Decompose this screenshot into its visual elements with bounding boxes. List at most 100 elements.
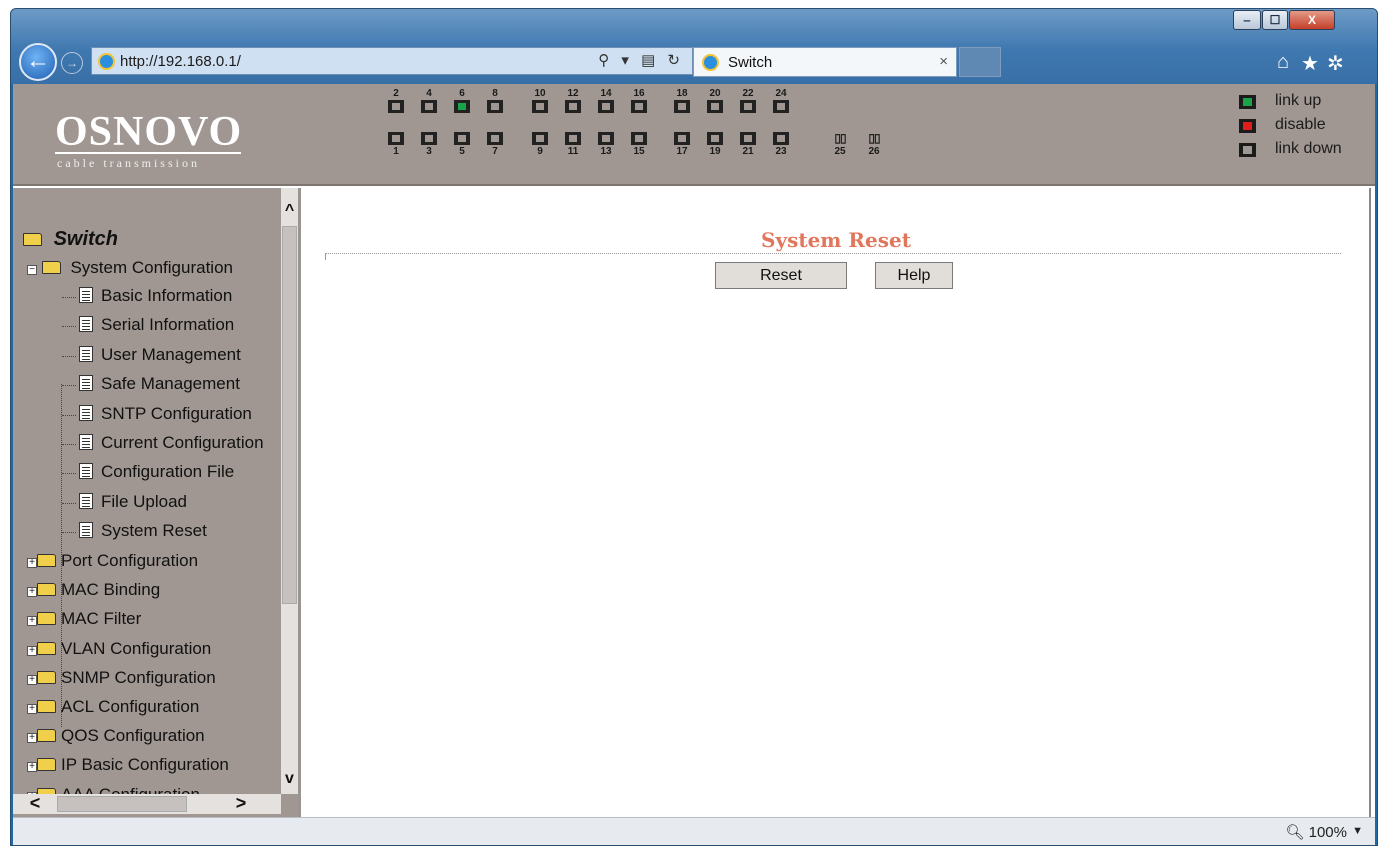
tree-item-aaa-configuration[interactable]: +AAA Configuration: [27, 785, 200, 794]
tree-item-current-configuration[interactable]: Current Configuration: [79, 433, 264, 455]
expand-icon[interactable]: +: [27, 587, 37, 598]
port-number: 24: [775, 88, 787, 99]
port-21[interactable]: 21: [733, 131, 763, 157]
tree-item-label: ACL Configuration: [61, 697, 200, 716]
port-number: 7: [492, 146, 498, 157]
tree-item-mac-filter[interactable]: + MAC Filter: [27, 609, 141, 631]
collapse-icon[interactable]: −: [27, 265, 37, 275]
port-1[interactable]: 1: [381, 131, 411, 157]
address-controls[interactable]: ⚲ ▾ ▤ ↻: [598, 51, 684, 69]
tree-item-sntp-configuration[interactable]: SNTP Configuration: [79, 404, 252, 426]
port-4[interactable]: 4: [414, 88, 444, 114]
zoom-level[interactable]: 🔍︎ 100%: [1285, 823, 1347, 841]
port-6[interactable]: 6: [447, 88, 477, 114]
page-icon: [79, 375, 93, 392]
port-jack-icon: [421, 132, 437, 145]
port-8[interactable]: 8: [480, 88, 510, 114]
expand-icon[interactable]: +: [27, 558, 37, 568]
sfp-port-26[interactable]: ▯▯ 26: [859, 131, 889, 158]
expand-icon[interactable]: +: [27, 616, 37, 627]
minimize-button[interactable]: ‒: [1233, 10, 1261, 30]
tree-guide-branch: [62, 326, 76, 328]
help-button[interactable]: Help: [875, 262, 953, 289]
tree-item-file-upload[interactable]: File Upload: [79, 492, 187, 514]
tree-item-serial-information[interactable]: Serial Information: [79, 315, 234, 337]
tree-item-label: User Management: [101, 344, 241, 364]
legend-label: link down: [1275, 140, 1342, 157]
port-5[interactable]: 5: [447, 131, 477, 157]
horizontal-scroll-thumb[interactable]: [57, 796, 187, 812]
tree-item-system-configuration[interactable]: − System Configuration: [27, 258, 233, 280]
port-19[interactable]: 19: [700, 131, 730, 157]
page-icon: [79, 434, 93, 450]
tree-item-snmp-configuration[interactable]: + SNMP Configuration: [27, 668, 216, 690]
port-jack-icon: [388, 100, 404, 113]
tree-item-port-configuration[interactable]: + Port Configuration: [27, 551, 198, 573]
expand-icon[interactable]: +: [27, 762, 37, 773]
tree-item-mac-binding[interactable]: + MAC Binding: [27, 580, 160, 602]
tree-item-safe-management[interactable]: Safe Management: [79, 374, 240, 396]
horizontal-scrollbar[interactable]: < >: [13, 794, 281, 814]
address-bar[interactable]: http://192.168.0.1/ ⚲ ▾ ▤ ↻: [91, 47, 693, 75]
tab-close-button[interactable]: ×: [939, 53, 948, 70]
port-jack-icon: [454, 132, 470, 145]
tree-item-vlan-configuration[interactable]: + VLAN Configuration: [27, 639, 211, 661]
vertical-scroll-thumb[interactable]: [282, 226, 297, 604]
port-24[interactable]: 24: [766, 88, 796, 114]
port-9[interactable]: 9: [525, 131, 555, 157]
expand-icon[interactable]: +: [27, 674, 37, 685]
port-16[interactable]: 16: [624, 88, 654, 114]
scroll-down-icon[interactable]: v: [281, 770, 298, 790]
maximize-button[interactable]: ☐: [1262, 10, 1288, 30]
port-7[interactable]: 7: [480, 131, 510, 157]
port-20[interactable]: 20: [700, 88, 730, 114]
tools-gear-icon[interactable]: ✲: [1327, 51, 1344, 76]
close-window-button[interactable]: X: [1289, 10, 1335, 30]
reset-button[interactable]: Reset: [715, 262, 847, 289]
port-11[interactable]: 11: [558, 131, 588, 157]
tree-root-switch[interactable]: Switch: [23, 228, 118, 250]
home-icon[interactable]: ⌂: [1277, 51, 1289, 74]
port-18[interactable]: 18: [667, 88, 697, 114]
expand-icon[interactable]: +: [27, 704, 37, 714]
forward-button[interactable]: →: [61, 52, 83, 74]
logo-underline: [55, 152, 241, 154]
expand-icon[interactable]: +: [27, 733, 37, 744]
favorites-icon[interactable]: ★: [1301, 51, 1319, 76]
port-15[interactable]: 15: [624, 131, 654, 157]
port-number: 14: [600, 88, 612, 99]
tree-item-configuration-file[interactable]: Configuration File: [79, 462, 234, 484]
port-12[interactable]: 12: [558, 88, 588, 114]
port-jack-icon: [487, 100, 503, 113]
port-3[interactable]: 3: [414, 131, 444, 157]
folder-open-icon: [41, 261, 61, 274]
scroll-left-icon[interactable]: <: [25, 794, 45, 814]
port-number: 18: [676, 88, 688, 99]
vertical-scrollbar[interactable]: ^ v: [281, 188, 298, 794]
expand-icon[interactable]: +: [27, 645, 37, 656]
port-14[interactable]: 14: [591, 88, 621, 114]
tab-switch[interactable]: Switch ×: [693, 47, 957, 77]
port-number: 1: [393, 146, 399, 157]
port-22[interactable]: 22: [733, 88, 763, 114]
tree-item-acl-configuration[interactable]: + ACL Configuration: [27, 697, 199, 719]
tree-item-label: IP Basic Configuration: [61, 755, 229, 775]
port-23[interactable]: 23: [766, 131, 796, 157]
sfp-port-25[interactable]: ▯▯ 25: [825, 131, 855, 158]
port-17[interactable]: 17: [667, 131, 697, 157]
tree-item-ip-basic-configuration[interactable]: + IP Basic Configuration: [27, 755, 229, 777]
tree-item-user-management[interactable]: User Management: [79, 345, 241, 367]
tree-item-basic-information[interactable]: Basic Information: [79, 286, 232, 308]
port-13[interactable]: 13: [591, 131, 621, 157]
back-button[interactable]: ←: [19, 43, 57, 81]
tree-item-system-reset[interactable]: System Reset: [79, 521, 207, 543]
new-tab-button[interactable]: [959, 47, 1001, 77]
zoom-dropdown-icon[interactable]: ▼: [1352, 825, 1363, 837]
tree-item-label: File Upload: [101, 491, 187, 511]
port-10[interactable]: 10: [525, 88, 555, 114]
scroll-up-icon[interactable]: ^: [281, 202, 298, 222]
port-2[interactable]: 2: [381, 88, 411, 114]
tree-item-qos-configuration[interactable]: + QOS Configuration: [27, 726, 205, 748]
scroll-right-icon[interactable]: >: [231, 794, 251, 814]
address-url[interactable]: http://192.168.0.1/: [120, 53, 241, 70]
